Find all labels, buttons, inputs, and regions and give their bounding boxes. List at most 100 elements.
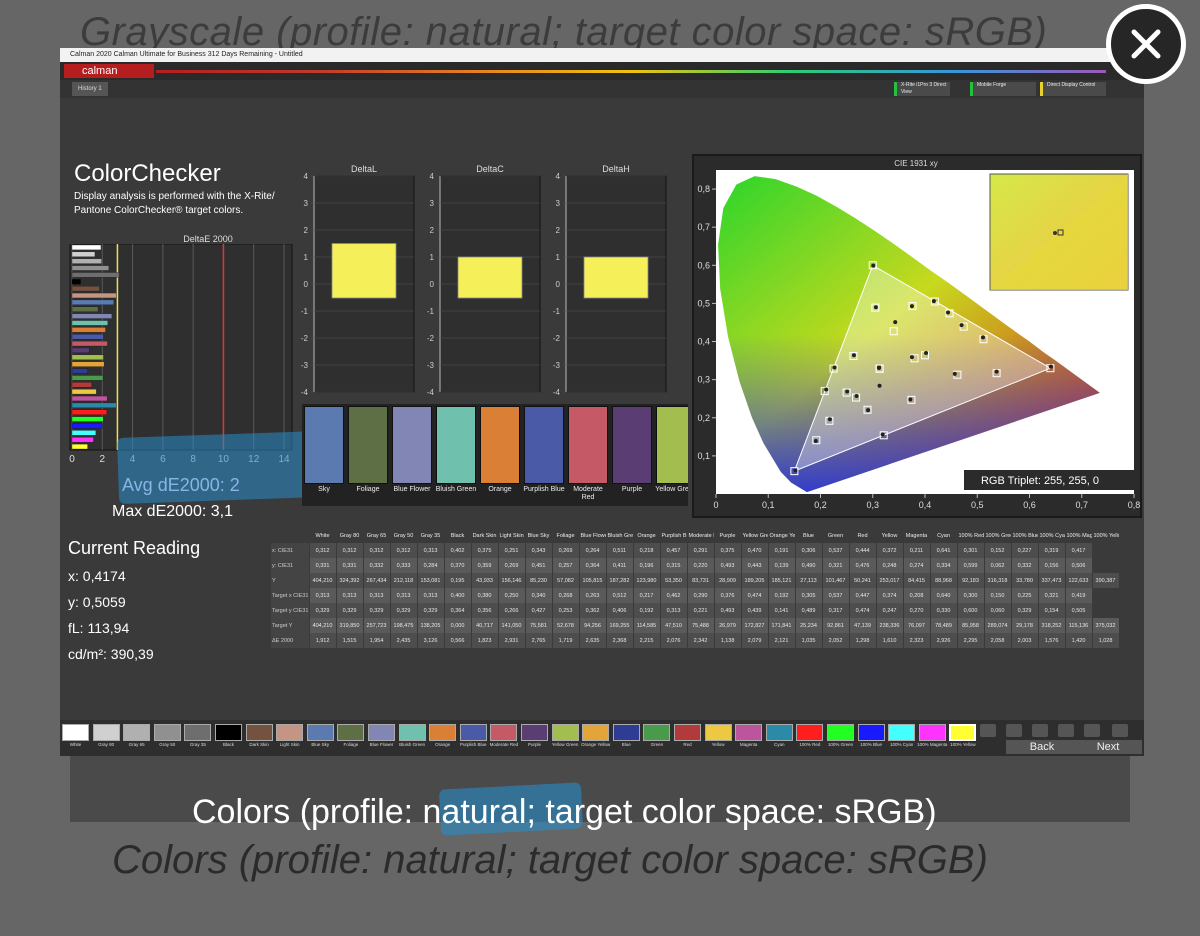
cie-x-tick: 0,3	[866, 500, 879, 510]
back-button[interactable]: Back	[1006, 740, 1078, 754]
patch[interactable]	[918, 724, 946, 741]
cie-title: CIE 1931 xy	[894, 159, 938, 168]
patch[interactable]	[827, 724, 854, 741]
table-header: Gray 80	[336, 528, 364, 543]
patch[interactable]	[337, 724, 365, 741]
deltae-bar	[71, 402, 117, 408]
delta-bar	[583, 256, 649, 299]
save-icon[interactable]	[1058, 724, 1074, 737]
device-meter[interactable]: X-Rite i1Pro 3 Direct View	[894, 82, 950, 96]
table-cell: 0,329	[363, 603, 391, 618]
table-cell: 0,257	[552, 558, 580, 573]
rainbow-bar	[156, 70, 1106, 73]
delta-tick: 3	[556, 199, 561, 208]
delta-tick: -2	[553, 334, 561, 343]
patch[interactable]	[612, 724, 640, 741]
table-cell: 122,633	[1065, 573, 1093, 588]
patch-label: 100% Red	[799, 742, 821, 747]
table-cell: 172,827	[741, 618, 769, 633]
table-cell: 0,315	[660, 558, 688, 573]
patch[interactable]	[245, 724, 273, 741]
patch[interactable]	[796, 724, 824, 741]
patch[interactable]	[949, 724, 977, 741]
table-cell: 83,731	[687, 573, 715, 588]
table-cell: 0,329	[417, 603, 445, 618]
table-header: Gray 50	[390, 528, 418, 543]
delta-tick: -4	[553, 388, 561, 397]
table-cell: 0,462	[660, 588, 688, 603]
settings-icon[interactable]	[1112, 724, 1128, 737]
table-cell: 0,247	[876, 603, 904, 618]
delta-tick: 1	[556, 253, 561, 262]
patch[interactable]	[398, 724, 426, 741]
cie-measurement-point	[909, 304, 914, 309]
device-source[interactable]: Mobile Forge	[970, 82, 1036, 96]
patch[interactable]	[306, 724, 334, 741]
current-reading-title: Current Reading	[68, 538, 201, 558]
table-cell: 0,340	[525, 588, 553, 603]
measurement-table: White Gray 80 Gray 65 Gray 50 Gray 35 Black Da…	[271, 528, 1120, 648]
patch[interactable]	[276, 724, 304, 741]
patch[interactable]	[704, 724, 732, 741]
calman-logo[interactable]: calman	[64, 64, 154, 78]
patch[interactable]	[735, 724, 763, 741]
table-cell: 75,581	[525, 618, 553, 633]
cie-measurement-point	[871, 263, 876, 268]
patch-label: Gray 80	[98, 742, 115, 747]
tab-history[interactable]: History 1	[72, 82, 108, 96]
table-cell: 43,933	[471, 573, 499, 588]
patch[interactable]	[368, 724, 395, 741]
table-cell: 0,334	[930, 558, 958, 573]
close-button[interactable]	[1106, 4, 1186, 84]
play-icon[interactable]	[1032, 724, 1048, 737]
target-icon[interactable]	[980, 724, 996, 737]
window-title: Calman 2020 Calman Ultimate for Business…	[60, 48, 1144, 62]
next-button[interactable]: Next	[1074, 740, 1142, 754]
patch[interactable]	[765, 724, 793, 741]
avg-deltae: Avg dE2000: 2	[122, 475, 240, 495]
patch-label: Dark Skin	[249, 742, 269, 747]
table-cell: 185,121	[768, 573, 796, 588]
patch[interactable]	[888, 724, 916, 741]
table-cell: 0,313	[363, 588, 391, 603]
close-icon	[1131, 29, 1161, 59]
patch[interactable]	[215, 724, 242, 741]
table-cell: 337,473	[1038, 573, 1066, 588]
patch[interactable]	[459, 724, 487, 741]
patch[interactable]	[582, 724, 610, 741]
patch[interactable]	[92, 724, 120, 741]
patch-label: Foliage	[343, 742, 359, 747]
patch[interactable]	[62, 724, 89, 741]
table-cell: 0,253	[552, 603, 580, 618]
table-cell: 0,284	[417, 558, 445, 573]
patch[interactable]	[490, 724, 518, 741]
table-cell: 0,343	[525, 543, 553, 558]
cie-measurement-point	[909, 355, 914, 360]
table-cell: 0,372	[876, 543, 904, 558]
patch[interactable]	[184, 724, 212, 741]
table-cell: 318,252	[1038, 618, 1066, 633]
patch[interactable]	[123, 724, 151, 741]
swatch-label: Bluish Green	[435, 486, 477, 493]
patch[interactable]	[153, 724, 181, 741]
stop-icon[interactable]	[1006, 724, 1022, 737]
device-display[interactable]: Direct Display Control	[1040, 82, 1106, 96]
loop-icon[interactable]	[1084, 724, 1100, 737]
table-cell: 169,255	[606, 618, 634, 633]
table-cell: 0,196	[633, 558, 661, 573]
reading-x: x: 0,4174	[68, 568, 126, 584]
table-cell: 253,017	[876, 573, 904, 588]
cie-measurement-point	[959, 323, 964, 328]
patch[interactable]	[429, 724, 457, 741]
patch[interactable]	[643, 724, 671, 741]
patch-label: 100% Blue	[860, 742, 882, 747]
patch[interactable]	[551, 724, 579, 741]
patch[interactable]	[521, 724, 548, 741]
patch-label: Black	[222, 742, 234, 747]
table-cell: 0,290	[687, 588, 715, 603]
patch[interactable]	[674, 724, 701, 741]
patch[interactable]	[857, 724, 885, 741]
delta-tick: 4	[556, 172, 561, 181]
table-row: ΔE 2000 1,912 1,515 1,954 2,435 3,126 0,566 1,8…	[271, 633, 1120, 648]
deltae-bar	[71, 382, 92, 388]
